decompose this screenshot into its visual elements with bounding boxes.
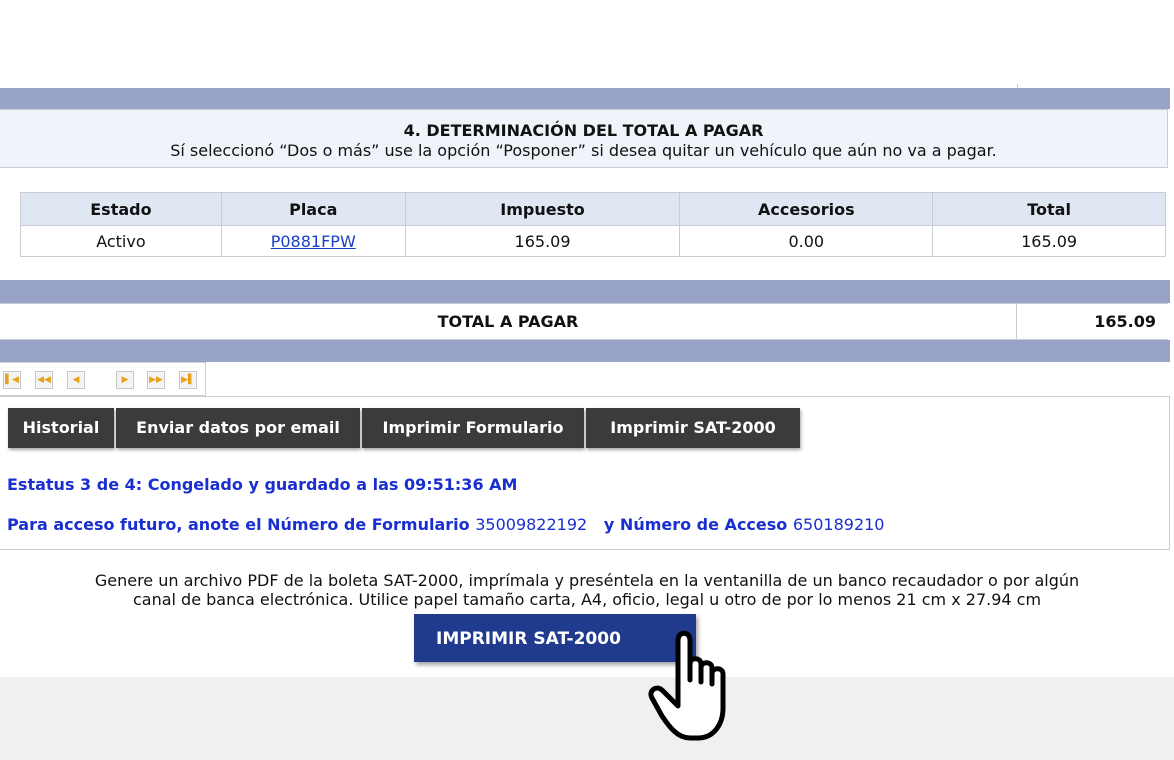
instructions-line-2: canal de banca electrónica. Utilice pape… bbox=[132, 590, 1042, 609]
historial-button[interactable]: Historial bbox=[8, 408, 114, 448]
col-header-accesorios: Accesorios bbox=[679, 192, 934, 226]
send-email-button[interactable]: Enviar datos por email bbox=[116, 408, 360, 448]
section-bar bbox=[0, 88, 1170, 109]
instructions: Genere un archivo PDF de la boleta SAT-2… bbox=[0, 571, 1174, 609]
col-header-placa: Placa bbox=[220, 192, 406, 226]
next-icon[interactable]: ▶ bbox=[116, 371, 134, 389]
actions-panel: Historial Enviar datos por email Imprimi… bbox=[0, 396, 1170, 550]
last-page-icon[interactable]: ▶▌ bbox=[179, 371, 197, 389]
section-header: 4. DETERMINACIÓN DEL TOTAL A PAGAR Sí se… bbox=[0, 109, 1168, 168]
access-number: 650189210 bbox=[792, 515, 885, 534]
cell-estado: Activo bbox=[20, 225, 222, 257]
table-header-row: Estado Placa Impuesto Accesorios Total bbox=[20, 192, 1166, 226]
col-header-estado: Estado bbox=[20, 192, 222, 226]
cell-impuesto: 165.09 bbox=[404, 225, 681, 257]
section-bar bbox=[0, 340, 1170, 362]
section-subtitle: Sí seleccionó “Dos o más” use la opción … bbox=[170, 141, 997, 160]
prev-icon[interactable]: ◀ bbox=[67, 371, 85, 389]
placa-link[interactable]: P0881FPW bbox=[271, 232, 356, 251]
pointing-hand-icon bbox=[648, 630, 726, 741]
prev-fast-icon[interactable]: ◀◀ bbox=[35, 371, 53, 389]
total-value: 165.09 bbox=[1094, 312, 1156, 331]
cell-placa: P0881FPW bbox=[220, 225, 406, 257]
pager: ▌◀ ◀◀ ◀ ▶ ▶▶ ▶▌ bbox=[0, 362, 206, 396]
cell-accesorios: 0.00 bbox=[679, 225, 934, 257]
cell-total: 165.09 bbox=[932, 225, 1166, 257]
col-header-total: Total bbox=[932, 192, 1166, 226]
total-label: TOTAL A PAGAR bbox=[0, 304, 1017, 339]
form-number: 35009822192 bbox=[475, 515, 588, 534]
print-form-button[interactable]: Imprimir Formulario bbox=[362, 408, 584, 448]
table-row: Activo P0881FPW 165.09 0.00 165.09 bbox=[20, 225, 1166, 257]
section-title: 4. DETERMINACIÓN DEL TOTAL A PAGAR bbox=[403, 121, 764, 140]
vehicle-table: Estado Placa Impuesto Accesorios Total A… bbox=[20, 192, 1166, 257]
access-mid: y Número de Acceso bbox=[603, 515, 788, 534]
access-line: Para acceso futuro, anote el Número de F… bbox=[7, 515, 884, 534]
next-fast-icon[interactable]: ▶▶ bbox=[147, 371, 165, 389]
print-sat-button[interactable]: Imprimir SAT-2000 bbox=[586, 408, 800, 448]
col-header-impuesto: Impuesto bbox=[404, 192, 681, 226]
access-prefix: Para acceso futuro, anote el Número de F… bbox=[7, 515, 470, 534]
instructions-line-1: Genere un archivo PDF de la boleta SAT-2… bbox=[94, 571, 1080, 590]
total-row: TOTAL A PAGAR 165.09 bbox=[0, 303, 1168, 340]
first-page-icon[interactable]: ▌◀ bbox=[3, 371, 21, 389]
status-line: Estatus 3 de 4: Congelado y guardado a l… bbox=[7, 475, 518, 494]
section-bar bbox=[0, 280, 1170, 303]
